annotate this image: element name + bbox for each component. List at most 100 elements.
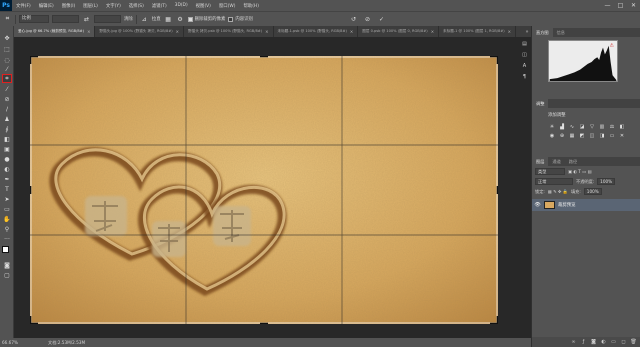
document-tab[interactable]: 野猫头 拷贝.psb @ 100% (野猫头, RGB/8#) × (184, 26, 274, 37)
quick-select-tool-icon[interactable]: ⁄ (2, 65, 12, 74)
adjustment-layer-icon[interactable]: ◐ (600, 339, 607, 346)
straighten-button[interactable]: 拉直 (152, 16, 161, 22)
character-panel-icon[interactable]: A (520, 61, 529, 70)
zoom-level[interactable]: 66.67% (0, 340, 48, 345)
color-balance-icon[interactable]: ⚖ (608, 123, 616, 130)
height-input[interactable] (94, 15, 121, 23)
quick-mask-icon[interactable]: ◙ (2, 261, 12, 270)
brightness-icon[interactable]: ☀ (548, 123, 556, 130)
layer-item[interactable]: 👁 裁剪预览 (532, 199, 640, 211)
document-tab[interactable]: 野猫头.jpg @ 100% (野猫头 拷贝, RGB/8#) × (95, 26, 185, 37)
close-icon[interactable]: × (431, 29, 434, 34)
selective-color-icon[interactable]: ✕ (618, 132, 626, 139)
link-icon[interactable]: ∞ (570, 339, 577, 346)
checkbox-box[interactable] (228, 16, 234, 22)
close-icon[interactable]: × (265, 29, 268, 34)
menu-item[interactable]: 图层(L) (79, 3, 102, 9)
dodge-tool-icon[interactable]: ◐ (2, 165, 12, 174)
posterize-icon[interactable]: ◫ (588, 132, 596, 139)
shape-tool-icon[interactable]: ▭ (2, 205, 12, 214)
gear-icon[interactable]: ⚙ (176, 15, 185, 24)
fill-input[interactable]: 100% (583, 188, 602, 195)
document-size[interactable]: 文档:2.53M/2.53M (48, 340, 85, 346)
blend-mode-select[interactable]: 正常 (535, 178, 573, 185)
histogram-warning-icon[interactable]: ⚠ (610, 43, 615, 49)
channel-mixer-icon[interactable]: ⊕ (558, 132, 566, 139)
new-layer-icon[interactable]: ◻ (620, 339, 627, 346)
maximize-button[interactable]: □ (614, 0, 627, 11)
group-icon[interactable]: ▭ (610, 339, 617, 346)
document-tab[interactable]: 未标题-1.psb @ 100% (野猫头, RGB/8#) × (274, 26, 359, 37)
eye-icon[interactable]: 👁 (534, 202, 541, 209)
blur-tool-icon[interactable]: ● (2, 155, 12, 164)
exposure-icon[interactable]: ◪ (578, 123, 586, 130)
color-lookup-icon[interactable]: ▦ (568, 132, 576, 139)
reset-icon[interactable]: ↺ (349, 15, 358, 24)
move-tool-icon[interactable]: ✥ (2, 34, 12, 43)
opacity-input[interactable]: 100% (597, 178, 616, 185)
close-icon[interactable]: × (87, 29, 90, 34)
tab-paths[interactable]: 路径 (565, 157, 581, 166)
tab-overflow-icon[interactable]: » (523, 26, 531, 37)
type-tool-icon[interactable]: T (2, 185, 12, 194)
clear-button[interactable]: 清除 (124, 16, 133, 22)
screen-mode-icon[interactable]: ▢ (2, 271, 12, 280)
menu-item[interactable]: 帮助(H) (239, 3, 263, 9)
levels-icon[interactable]: ▟ (558, 123, 566, 130)
menu-item[interactable]: 文字(Y) (102, 3, 125, 9)
close-icon[interactable]: × (508, 29, 511, 34)
layer-thumbnail[interactable] (544, 201, 555, 209)
canvas-area[interactable] (14, 37, 531, 338)
document-tab[interactable]: 未标题-1 @ 100% (图层 1, RGB/8#) × (439, 26, 517, 37)
hue-sat-icon[interactable]: ▥ (598, 123, 606, 130)
menu-item[interactable]: 滤镜(T) (148, 3, 171, 9)
swap-icon[interactable]: ⇄ (82, 15, 91, 24)
marquee-tool-icon[interactable]: ⬚ (2, 45, 12, 54)
document-tab[interactable]: 图层 0.psb @ 100% (图层 0, RGB/8#) × (358, 26, 440, 37)
document-tab[interactable]: 爱心.jpg @ 66.7% (裁剪预览, RGB/8#) × (14, 26, 96, 37)
commit-check-icon[interactable]: ✓ (377, 15, 386, 24)
delete-cropped-checkbox[interactable]: 删除裁剪的像素 (187, 16, 225, 22)
menu-item[interactable]: 文件(F) (12, 3, 35, 9)
minimize-button[interactable]: — (601, 0, 614, 11)
menu-item[interactable]: 视图(V) (192, 3, 215, 9)
tab-channels[interactable]: 通道 (548, 157, 564, 166)
lasso-tool-icon[interactable]: ◌ (2, 56, 12, 65)
crop-tool-icon[interactable]: ⌗ (2, 74, 12, 83)
vibrance-icon[interactable]: ▽ (588, 123, 596, 130)
pen-tool-icon[interactable]: ✒ (2, 175, 12, 184)
eraser-tool-icon[interactable]: ◧ (2, 135, 12, 144)
invert-icon[interactable]: ◩ (578, 132, 586, 139)
grid-overlay-icon[interactable]: ▦ (164, 15, 173, 24)
content-aware-checkbox[interactable]: 内容识别 (228, 16, 253, 22)
black-white-icon[interactable]: ◧ (618, 123, 626, 130)
more-tools-icon[interactable]: ··· (2, 235, 12, 244)
menu-item[interactable]: 窗口(W) (215, 3, 240, 9)
gradient-map-icon[interactable]: ▭ (608, 132, 616, 139)
properties-panel-icon[interactable]: ◫ (520, 50, 529, 59)
close-icon[interactable]: × (350, 29, 353, 34)
checkbox-box[interactable] (187, 16, 193, 22)
brush-tool-icon[interactable]: ∕ (2, 105, 12, 114)
mask-icon[interactable]: ◙ (590, 339, 597, 346)
lock-icons[interactable]: ▦ ✎ ✥ 🔒 (548, 189, 568, 195)
clone-stamp-icon[interactable]: ♟ (2, 115, 12, 124)
fx-icon[interactable]: ƒ (580, 339, 587, 346)
ratio-select[interactable]: 比例 (19, 15, 49, 23)
menu-item[interactable]: 3D(D) (171, 3, 192, 9)
sand-hearts-image[interactable] (30, 56, 498, 324)
menu-item[interactable]: 选择(S) (125, 3, 148, 9)
gradient-tool-icon[interactable]: ▣ (2, 145, 12, 154)
curves-icon[interactable]: ∿ (568, 123, 576, 130)
menu-item[interactable]: 图像(I) (58, 3, 80, 9)
eyedropper-tool-icon[interactable]: ⁄ (2, 85, 12, 94)
close-icon[interactable]: × (176, 29, 179, 34)
trash-icon[interactable]: 🗑 (630, 339, 637, 346)
history-brush-icon[interactable]: ∮ (2, 125, 12, 134)
kind-filter-select[interactable]: 类型 (535, 168, 565, 175)
foreground-color-swatch[interactable] (2, 246, 9, 253)
cancel-icon[interactable]: ⊘ (363, 15, 372, 24)
crop-tool-preset-icon[interactable]: ⌗ (3, 15, 12, 24)
zoom-tool-icon[interactable]: ⚲ (2, 225, 12, 234)
history-panel-icon[interactable]: ▤ (520, 39, 529, 48)
